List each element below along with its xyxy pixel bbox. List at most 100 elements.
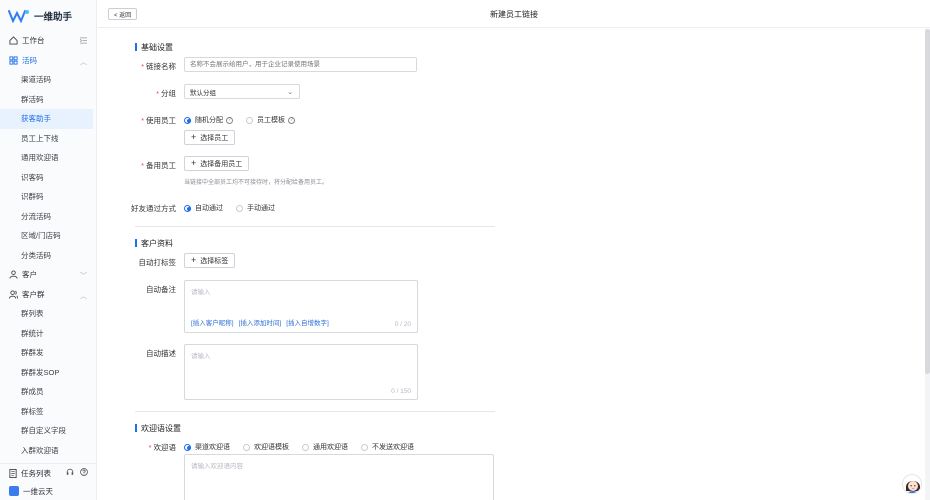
radio-label: 手动通过: [247, 205, 275, 212]
insert-nickname-link[interactable]: [插入客户昵称]: [191, 317, 234, 327]
button-label: 选择标签: [200, 257, 229, 265]
radio-channel-welcome[interactable]: 渠道欢迎语: [184, 442, 230, 452]
label-text: 欢迎语: [153, 443, 177, 452]
button-label: 选择备用员工: [200, 160, 243, 168]
radio-random-assign[interactable]: 随机分配 ?: [184, 115, 233, 125]
scrollbar-thumb[interactable]: [925, 29, 930, 374]
link-name-input[interactable]: [184, 57, 417, 72]
radio-staff-template[interactable]: 员工模板 ?: [246, 115, 295, 125]
headset-icon[interactable]: [66, 468, 74, 478]
radio-dot: [236, 204, 243, 212]
nav-group-livecode[interactable]: 活码 ︿: [0, 51, 97, 71]
label-text: 链接名称: [146, 62, 176, 71]
radio-auto-accept[interactable]: 自动通过: [184, 203, 223, 213]
label-text: 使用员工: [146, 116, 176, 125]
radio-label: 不发送欢迎语: [372, 444, 414, 451]
form-content: 基础设置 *链接名称 *分组 默认分组 ⌄ *使用员工 随机分配 ? 员工模板 …: [98, 29, 930, 500]
radio-label: 随机分配: [195, 117, 223, 124]
sidebar-item-group-tags[interactable]: 群标签: [0, 402, 97, 422]
task-list-link[interactable]: 任务列表: [0, 464, 97, 482]
sidebar-item-group-sop[interactable]: 群群发SOP: [0, 363, 97, 383]
char-count: 0 / 20: [394, 321, 411, 328]
sidebar-item-customer-code[interactable]: 识客码: [0, 168, 97, 188]
sidebar-item-acquisition[interactable]: 获客助手: [0, 109, 93, 129]
sidebar-item-staff-online[interactable]: 员工上下线: [0, 129, 97, 149]
auto-desc-textarea[interactable]: 请输入 0 / 150: [184, 344, 418, 400]
radio-common-welcome[interactable]: 通用欢迎语: [302, 442, 348, 452]
logo-icon: [8, 10, 29, 23]
nav-group-label: 客户: [22, 270, 37, 280]
radio-label: 自动通过: [195, 205, 223, 212]
sidebar-item-group-broadcast[interactable]: 群群发: [0, 343, 97, 363]
radio-label: 通用欢迎语: [313, 444, 348, 451]
nav-group-label: 工作台: [22, 36, 45, 46]
nav-group-customer[interactable]: 客户 ﹀: [0, 265, 97, 285]
sidebar-item-store-code[interactable]: 区域/门店码: [0, 226, 97, 246]
auto-remark-textarea[interactable]: 请输入 [插入客户昵称] [插入添加时间] [插入自增数字] 0 / 20: [184, 280, 418, 333]
select-backup-staff-button[interactable]: + 选择备用员工: [184, 156, 250, 171]
radio-dot: [184, 443, 191, 451]
button-label: 选择员工: [200, 134, 229, 142]
app-logo[interactable]: 一维助手: [8, 9, 72, 23]
nav-group-label: 活码: [22, 55, 37, 65]
chevron-up-icon: ︿: [80, 292, 87, 300]
group-select-value: 默认分组: [190, 89, 216, 97]
nav-group-customer-groups[interactable]: 客户群 ︿: [0, 285, 97, 305]
sidebar-item-group-members[interactable]: 群成员: [0, 382, 97, 402]
sidebar-item-split-code[interactable]: 分流活码: [0, 207, 97, 227]
required-mark: *: [141, 62, 144, 71]
page-title: 新建员工链接: [490, 10, 538, 19]
sidebar-item-group-fields[interactable]: 群自定义字段: [0, 421, 97, 441]
required-mark: *: [141, 161, 144, 170]
auto-remark-label: 自动备注: [146, 285, 176, 294]
sidebar-nav: 工作台 活码 ︿ 渠道活码 群活码 获客助手 员工上下线 通用欢迎语 识客码 识…: [0, 31, 97, 460]
assistant-avatar[interactable]: [902, 474, 922, 494]
app-name: 一维助手: [34, 12, 73, 23]
label-text: 分组: [161, 89, 176, 98]
welcome-textarea[interactable]: 请输入欢迎语内容: [184, 454, 494, 500]
task-list-icon: [9, 468, 17, 478]
radio-dot: [302, 443, 309, 451]
required-mark: *: [156, 89, 159, 98]
textarea-placeholder: 请输入欢迎语内容: [191, 463, 243, 470]
radio-welcome-template[interactable]: 欢迎语模板: [243, 442, 289, 452]
section-title-customer: 客户资料: [135, 238, 173, 249]
welcome-label: * 欢迎语: [98, 442, 176, 453]
sidebar-item-group-welcome[interactable]: 入群欢迎语: [0, 441, 97, 461]
radio-manual-accept[interactable]: 手动通过: [236, 203, 275, 213]
radio-no-welcome[interactable]: 不发送欢迎语: [361, 442, 414, 452]
org-switcher[interactable]: 一维云天: [0, 482, 97, 500]
sidebar-item-channel-code[interactable]: 渠道活码: [0, 70, 97, 90]
radio-dot: [243, 443, 250, 451]
staff-label: * 使用员工: [98, 115, 176, 126]
sidebar-item-group-list[interactable]: 群列表: [0, 304, 97, 324]
sidebar-item-category-code[interactable]: 分类活码: [0, 246, 97, 266]
plus-icon: +: [191, 132, 197, 142]
chevron-up-icon: ︿: [80, 58, 87, 66]
plus-icon: +: [191, 158, 197, 168]
help-icon[interactable]: [80, 468, 88, 478]
insert-time-link[interactable]: [插入添加时间]: [239, 317, 282, 327]
collapse-sidebar-icon[interactable]: [79, 37, 87, 46]
select-staff-button[interactable]: + 选择员工: [184, 130, 236, 145]
sidebar-item-welcome[interactable]: 通用欢迎语: [0, 148, 97, 168]
insert-number-link[interactable]: [插入自增数字]: [286, 317, 329, 327]
nav-group-label: 客户群: [22, 289, 45, 299]
radio-dot: [361, 443, 368, 451]
select-tag-button[interactable]: + 选择标签: [184, 253, 236, 268]
nav-group-workbench[interactable]: 工作台: [0, 31, 97, 51]
help-icon[interactable]: ?: [288, 116, 295, 124]
sidebar-item-group-recog-code[interactable]: 识群码: [0, 187, 97, 207]
backup-staff-hint: 当链接中全部员工均不可接待时，将分配给备用员工。: [184, 180, 329, 186]
insert-variable-links: [插入客户昵称] [插入添加时间] [插入自增数字]: [191, 317, 329, 327]
sidebar-item-group-code[interactable]: 群活码: [0, 90, 97, 110]
help-icon[interactable]: ?: [226, 116, 233, 124]
group-select[interactable]: 默认分组 ⌄: [184, 84, 300, 99]
radio-label: 渠道欢迎语: [195, 444, 230, 451]
backup-staff-label: * 备用员工: [98, 160, 176, 171]
radio-dot: [246, 116, 253, 124]
label-text: 备用员工: [146, 161, 176, 170]
sidebar-footer: 任务列表 一维云天: [0, 463, 97, 500]
org-name: 一维云天: [23, 486, 53, 496]
sidebar-item-group-stats[interactable]: 群统计: [0, 324, 97, 344]
